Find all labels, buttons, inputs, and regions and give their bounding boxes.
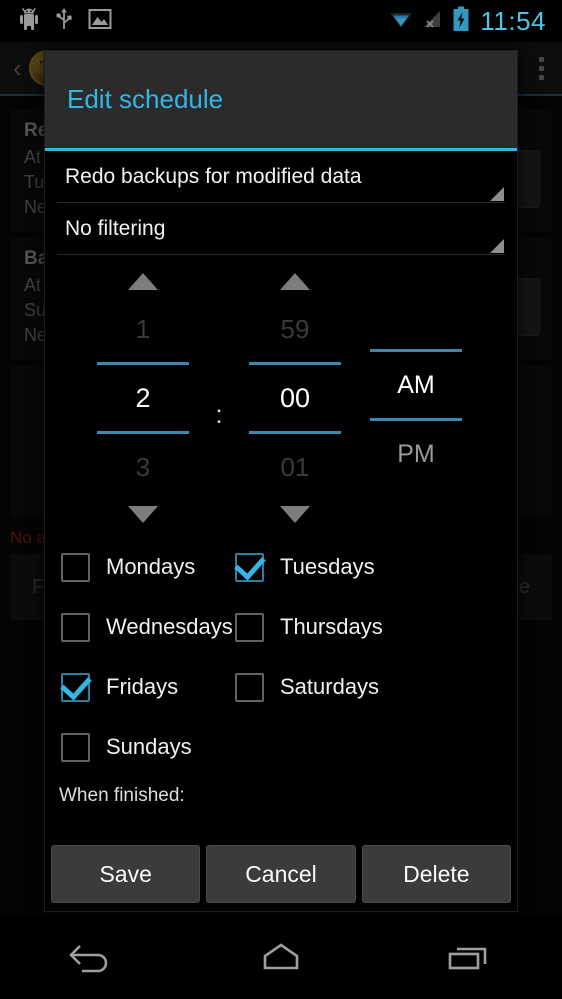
checkbox-wednesdays-label: Wednesdays bbox=[106, 614, 233, 639]
hour-increment-icon[interactable] bbox=[128, 273, 158, 290]
weekday-row: Mondays Tuesdays bbox=[45, 537, 517, 597]
minute-current-value[interactable]: 00 bbox=[280, 379, 310, 417]
minute-rule-top bbox=[249, 362, 341, 365]
hour-previous-value[interactable]: 1 bbox=[136, 310, 150, 348]
checkbox-sundays-label: Sundays bbox=[106, 734, 192, 759]
hour-current-value[interactable]: 2 bbox=[135, 379, 150, 417]
minute-rule-bottom bbox=[249, 431, 341, 434]
action-spinner[interactable]: Redo backups for modified data bbox=[57, 151, 505, 203]
checkbox-tuesdays-box[interactable] bbox=[235, 552, 264, 582]
ampm-rule-bottom bbox=[370, 418, 462, 421]
no-signal-icon bbox=[421, 8, 445, 35]
ampm-selected-value[interactable]: AM bbox=[397, 366, 435, 404]
checkbox-mondays-label: Mondays bbox=[106, 554, 196, 579]
minute-picker[interactable]: 59 00 01 bbox=[236, 273, 354, 523]
recents-nav-icon[interactable] bbox=[413, 940, 523, 974]
edit-schedule-dialog: Edit schedule Redo backups for modified … bbox=[44, 50, 518, 912]
checkbox-sundays[interactable]: Sundays bbox=[45, 732, 235, 762]
checkbox-mondays[interactable]: Mondays bbox=[45, 552, 235, 582]
hour-rule-bottom bbox=[97, 431, 189, 434]
battery-charging-icon bbox=[452, 6, 470, 37]
checkbox-saturdays-box[interactable] bbox=[235, 672, 264, 702]
checkbox-fridays-box[interactable] bbox=[61, 672, 90, 702]
checkbox-tuesdays[interactable]: Tuesdays bbox=[235, 552, 425, 582]
when-finished-label: When finished: bbox=[59, 785, 185, 806]
minute-decrement-icon[interactable] bbox=[280, 506, 310, 523]
delete-button[interactable]: Delete bbox=[361, 845, 511, 903]
checkbox-fridays-label: Fridays bbox=[106, 674, 179, 699]
time-separator: : bbox=[215, 399, 223, 429]
status-bar-left-icons bbox=[10, 7, 112, 36]
home-nav-icon[interactable] bbox=[226, 940, 336, 974]
dialog-title-bar: Edit schedule bbox=[45, 51, 517, 151]
spinner-dropdown-icon bbox=[490, 239, 504, 253]
checkbox-thursdays-label: Thursdays bbox=[280, 614, 383, 639]
minute-next-value[interactable]: 01 bbox=[281, 448, 310, 486]
android-bugdroid-icon bbox=[18, 7, 40, 36]
hour-decrement-icon[interactable] bbox=[128, 506, 158, 523]
save-button[interactable]: Save bbox=[51, 845, 201, 903]
status-bar-clock: 11:54 bbox=[480, 5, 546, 36]
minute-increment-icon[interactable] bbox=[280, 273, 310, 290]
ampm-picker[interactable]: AM PM bbox=[354, 273, 478, 473]
spinner-dropdown-icon bbox=[490, 187, 504, 201]
weekday-checkbox-grid: Mondays Tuesdays Wednesdays Thursdays Fr… bbox=[45, 535, 517, 777]
usb-icon bbox=[54, 7, 74, 36]
back-nav-icon[interactable] bbox=[39, 940, 149, 974]
checkbox-sundays-box[interactable] bbox=[61, 732, 90, 762]
time-picker[interactable]: 1 2 3 : 59 00 01 AM PM bbox=[45, 255, 517, 535]
screenshot-image-icon bbox=[88, 8, 112, 35]
dialog-button-bar: Save Cancel Delete bbox=[45, 843, 517, 911]
checkbox-wednesdays-box[interactable] bbox=[61, 612, 90, 642]
weekday-row: Fridays Saturdays bbox=[45, 657, 517, 717]
system-navigation-bar bbox=[0, 915, 562, 999]
ampm-other-value[interactable]: PM bbox=[397, 435, 435, 473]
hour-picker[interactable]: 1 2 3 bbox=[84, 273, 202, 523]
wifi-icon bbox=[388, 8, 414, 35]
filter-spinner[interactable]: No filtering bbox=[57, 203, 505, 255]
cancel-button[interactable]: Cancel bbox=[206, 845, 356, 903]
weekday-row: Sundays bbox=[45, 717, 517, 777]
weekday-row: Wednesdays Thursdays bbox=[45, 597, 517, 657]
ampm-rule-top bbox=[370, 349, 462, 352]
hour-rule-top bbox=[97, 362, 189, 365]
checkbox-tuesdays-label: Tuesdays bbox=[280, 554, 375, 579]
dialog-title: Edit schedule bbox=[67, 84, 224, 114]
checkbox-thursdays[interactable]: Thursdays bbox=[235, 612, 425, 642]
checkbox-saturdays[interactable]: Saturdays bbox=[235, 672, 425, 702]
filter-spinner-value: No filtering bbox=[65, 216, 166, 240]
status-bar-right-icons: 11:54 bbox=[388, 6, 552, 37]
dialog-body: Redo backups for modified data No filter… bbox=[45, 151, 517, 843]
device-screen: 11:54 ‹ T Redo At 2:0 Tues Neve N Backu … bbox=[0, 0, 562, 999]
checkbox-saturdays-label: Saturdays bbox=[280, 674, 380, 699]
checkbox-mondays-box[interactable] bbox=[61, 552, 90, 582]
hour-next-value[interactable]: 3 bbox=[136, 448, 150, 486]
minute-previous-value[interactable]: 59 bbox=[281, 310, 310, 348]
action-spinner-value: Redo backups for modified data bbox=[65, 164, 362, 188]
status-bar: 11:54 bbox=[0, 0, 562, 42]
checkbox-fridays[interactable]: Fridays bbox=[45, 672, 235, 702]
checkbox-wednesdays[interactable]: Wednesdays bbox=[45, 612, 235, 642]
checkbox-thursdays-box[interactable] bbox=[235, 612, 264, 642]
